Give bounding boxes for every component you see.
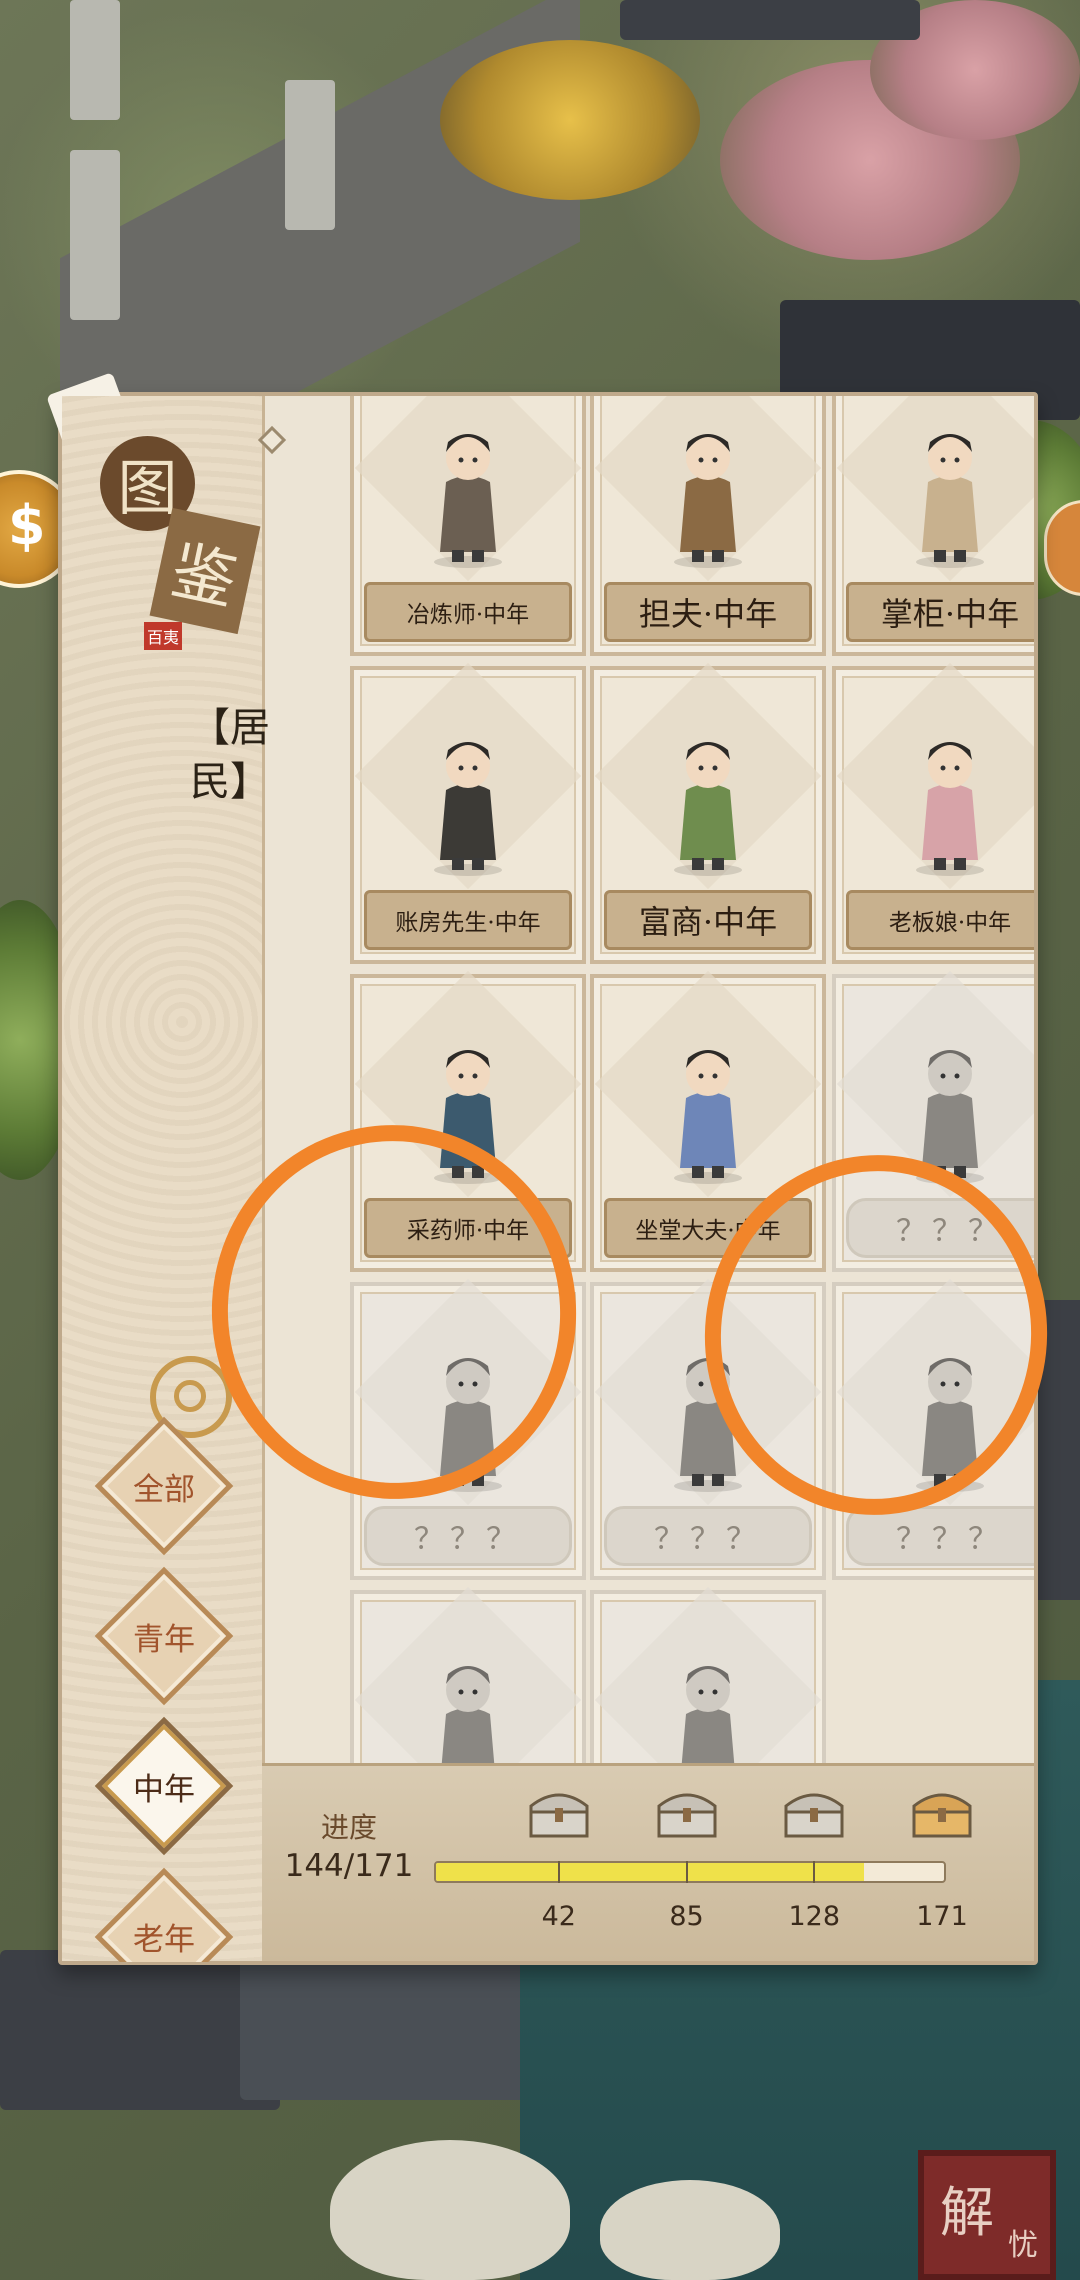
resident-name-label: ？？？ bbox=[604, 1506, 812, 1566]
tab-elder[interactable]: 老年 bbox=[89, 1862, 239, 1962]
tab-middle-age[interactable]: 中年 bbox=[89, 1711, 239, 1861]
milestone-tick bbox=[557, 1861, 560, 1883]
worry-relief-char-1: 解 bbox=[940, 2181, 994, 2244]
tab-all[interactable]: 全部 bbox=[89, 1411, 239, 1561]
resident-portrait bbox=[658, 412, 758, 572]
locked-resident-portrait bbox=[658, 1644, 758, 1766]
resident-portrait bbox=[900, 412, 1000, 572]
reward-chest-icon[interactable] bbox=[908, 1784, 976, 1840]
resident-card[interactable]: 掌柜·中年 bbox=[832, 396, 1034, 656]
resident-name-label: 账房先生·中年 bbox=[364, 890, 572, 950]
progress-section: 进度 144/171 42 85 128 171 bbox=[262, 1763, 1034, 1961]
resident-name-label: ？？？ bbox=[364, 1506, 572, 1566]
worry-relief-char-2: 忧 bbox=[1008, 2228, 1038, 2263]
resident-name-label: 富商·中年 bbox=[604, 890, 812, 950]
locked-resident-portrait bbox=[418, 1644, 518, 1766]
resident-card[interactable]: 账房先生·中年 bbox=[350, 662, 586, 964]
resident-portrait bbox=[418, 720, 518, 880]
milestone-label: 128 bbox=[788, 1901, 841, 1932]
resident-portrait bbox=[658, 720, 758, 880]
resident-card-scroll-area[interactable]: 冶炼师·中年 担夫·中年 掌柜·中年 账房先生·中年 富商·中年 老板娘·中年 采药师·中年… bbox=[262, 396, 1034, 1766]
milestone-tick bbox=[813, 1861, 816, 1883]
resident-name-label: 冶炼师·中年 bbox=[364, 582, 572, 642]
tab-all-label: 全部 bbox=[133, 1471, 195, 1508]
resident-name-label: 掌柜·中年 bbox=[846, 582, 1034, 642]
tab-youth-label: 青年 bbox=[133, 1621, 195, 1658]
resident-card-locked[interactable]: ？？？ bbox=[350, 1586, 586, 1766]
resident-card[interactable]: 富商·中年 bbox=[590, 662, 826, 964]
panel-sidebar: 图 鉴 百夷 【居民】 全部 青年 中年 老年 bbox=[62, 396, 270, 1962]
reward-chest-icon[interactable] bbox=[653, 1784, 721, 1840]
progress-label: 进度 bbox=[320, 1811, 377, 1844]
milestone-label: 171 bbox=[916, 1901, 968, 1932]
resident-portrait bbox=[658, 1028, 758, 1188]
milestone-label: 85 bbox=[669, 1901, 704, 1932]
milestone-label: 42 bbox=[541, 1901, 576, 1932]
collection-logo: 图 鉴 百夷 bbox=[100, 436, 261, 650]
resident-card[interactable]: 担夫·中年 bbox=[590, 396, 826, 656]
progress-track bbox=[434, 1861, 946, 1883]
logo-stamp: 百夷 bbox=[144, 622, 183, 650]
resident-name-label: 担夫·中年 bbox=[604, 582, 812, 642]
tab-middle-age-label: 中年 bbox=[133, 1771, 195, 1808]
resident-portrait bbox=[418, 412, 518, 572]
resident-card[interactable]: 冶炼师·中年 bbox=[350, 396, 586, 656]
tab-elder-label: 老年 bbox=[133, 1921, 195, 1958]
reward-chest-icon[interactable] bbox=[780, 1784, 848, 1840]
worry-relief-button[interactable]: 解 忧 bbox=[918, 2150, 1056, 2280]
resident-card-locked[interactable]: ？？？ bbox=[590, 1586, 826, 1766]
resident-name-label: 老板娘·中年 bbox=[846, 890, 1034, 950]
progress-value: 144/171 bbox=[284, 1848, 414, 1884]
tab-youth[interactable]: 青年 bbox=[89, 1561, 239, 1711]
resident-portrait bbox=[900, 720, 1000, 880]
resident-card[interactable]: 老板娘·中年 bbox=[832, 662, 1034, 964]
progress-fill bbox=[436, 1863, 864, 1881]
category-label: 【居民】 bbox=[190, 705, 270, 805]
reward-chest-icon[interactable] bbox=[525, 1784, 593, 1840]
milestone-tick bbox=[685, 1861, 688, 1883]
